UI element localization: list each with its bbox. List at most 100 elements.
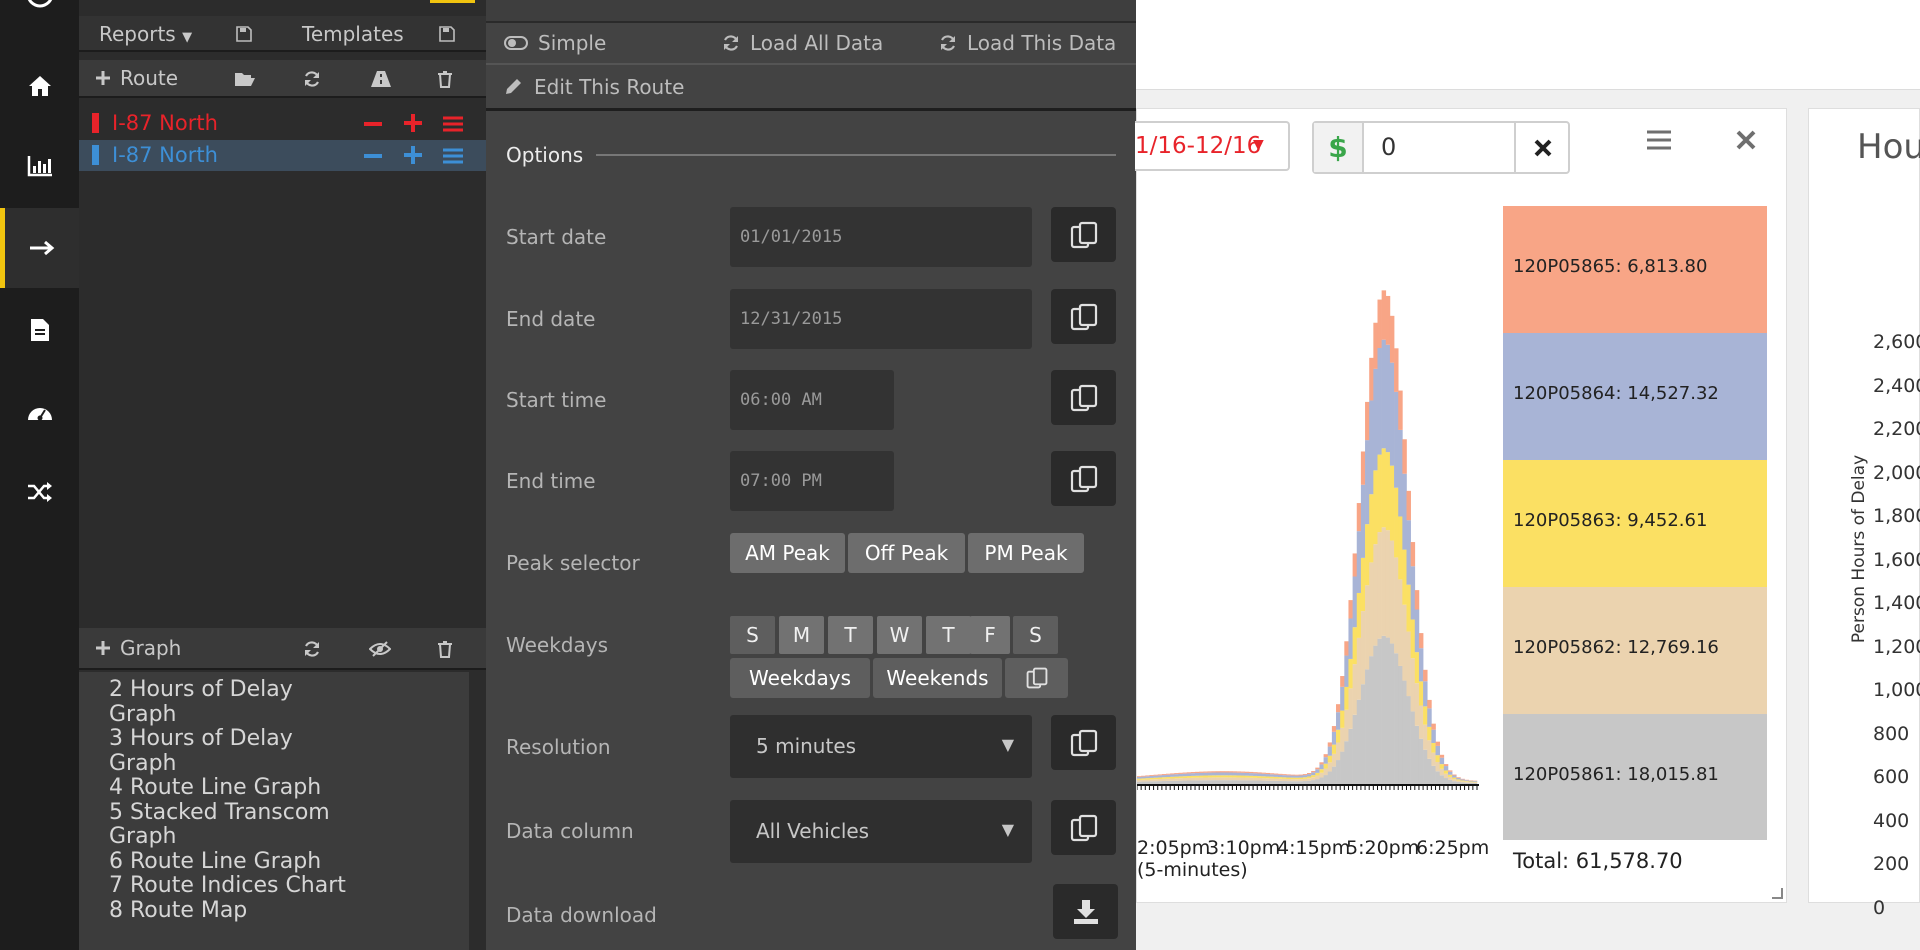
save-template-icon[interactable] xyxy=(434,22,460,46)
load-this-data-button[interactable]: Load This Data xyxy=(967,31,1116,55)
bar-segment xyxy=(1431,729,1436,743)
refresh-icon[interactable] xyxy=(300,68,324,90)
copy-end-time-button[interactable] xyxy=(1051,451,1116,506)
load-all-data-button[interactable]: Load All Data xyxy=(750,31,883,55)
weekdays-button[interactable]: Weekdays xyxy=(730,658,870,698)
resize-handle-icon[interactable] xyxy=(1771,887,1783,899)
copy-start-date-button[interactable] xyxy=(1051,207,1116,262)
chart-menu-icon[interactable] xyxy=(1647,130,1671,150)
bar-segment xyxy=(1161,777,1167,779)
remove-icon[interactable] xyxy=(361,148,385,164)
bar-segment xyxy=(1394,653,1399,784)
bar-segment xyxy=(1190,773,1196,776)
reports-dropdown[interactable]: Reports ▼ xyxy=(99,22,192,46)
bar-segment xyxy=(1373,544,1378,646)
bar-segment xyxy=(1248,777,1254,781)
graph-item[interactable]: 7 Route Indices Chart xyxy=(109,873,349,899)
bar-segment xyxy=(1365,401,1370,441)
eye-slash-icon[interactable] xyxy=(367,638,393,660)
end-time-input[interactable]: 07:00 PM xyxy=(730,451,894,511)
bar-segment xyxy=(1460,780,1465,782)
bar-segment xyxy=(1174,774,1179,777)
copy-end-date-button[interactable] xyxy=(1051,289,1116,344)
end-date-input[interactable]: 12/31/2015 xyxy=(730,289,1032,349)
trash-icon[interactable] xyxy=(433,68,457,90)
am-peak-button[interactable]: AM Peak xyxy=(730,533,845,573)
graph-item[interactable]: 5 Stacked Transcom Graph xyxy=(109,800,349,850)
start-time-input[interactable]: 06:00 AM xyxy=(730,370,894,430)
route-item-1[interactable]: I-87 North xyxy=(79,108,486,139)
date-range-select[interactable]: 1/16-12/16 ▼ xyxy=(1135,121,1290,171)
copy-weekdays-button[interactable] xyxy=(1005,658,1068,698)
copy-start-time-button[interactable] xyxy=(1051,370,1116,425)
refresh-icon[interactable] xyxy=(722,34,740,52)
download-button[interactable] xyxy=(1053,884,1118,939)
bar-segment xyxy=(1215,772,1221,776)
x-tick-label: 3:10pm xyxy=(1207,837,1281,859)
day-sunday[interactable]: S xyxy=(730,616,775,654)
plus-icon[interactable] xyxy=(95,640,111,656)
clear-cost-button[interactable] xyxy=(1514,123,1570,172)
day-wednesday[interactable]: W xyxy=(877,616,922,654)
dashboard-icon[interactable] xyxy=(0,372,79,452)
route-item-2[interactable]: I-87 North xyxy=(79,140,486,171)
graph-item[interactable]: 2 Hours of Delay Graph xyxy=(109,677,349,727)
weekends-button[interactable]: Weekends xyxy=(873,658,1002,698)
road-icon[interactable] xyxy=(369,68,393,90)
cost-input[interactable]: 0 xyxy=(1381,133,1396,161)
document-icon[interactable] xyxy=(0,290,79,370)
copy-data-column-button[interactable] xyxy=(1051,800,1116,855)
chart-total: Total: 61,578.70 xyxy=(1513,849,1683,873)
shuffle-icon[interactable] xyxy=(0,452,79,532)
bar-segment xyxy=(1182,776,1188,779)
logo-icon[interactable] xyxy=(0,0,79,24)
folder-open-icon[interactable] xyxy=(232,68,258,90)
menu-icon[interactable] xyxy=(441,114,465,134)
pm-peak-button[interactable]: PM Peak xyxy=(968,533,1084,573)
bar-segment xyxy=(1344,655,1349,687)
graph-item[interactable]: 6 Route Line Graph xyxy=(109,849,349,875)
refresh-icon[interactable] xyxy=(300,638,324,660)
data-column-select[interactable]: All Vehicles ▼ xyxy=(730,800,1032,863)
bar-segment xyxy=(1402,604,1407,681)
bar-segment xyxy=(1315,775,1320,780)
close-chart-icon[interactable] xyxy=(1736,130,1756,150)
graph-item[interactable]: 8 Route Map xyxy=(109,898,349,924)
day-monday[interactable]: M xyxy=(779,616,824,654)
bar-segment xyxy=(1141,776,1146,779)
add-icon[interactable] xyxy=(401,145,425,165)
day-saturday[interactable]: S xyxy=(1013,616,1058,654)
bar-segment xyxy=(1385,637,1391,784)
day-tuesday[interactable]: T xyxy=(828,616,873,654)
bar-segment xyxy=(1273,774,1279,777)
home-icon[interactable] xyxy=(0,46,79,126)
templates-label[interactable]: Templates xyxy=(302,22,404,46)
add-icon[interactable] xyxy=(401,113,425,133)
day-thursday[interactable]: T xyxy=(926,616,971,654)
plus-icon[interactable] xyxy=(95,70,111,86)
edit-route-row[interactable]: Edit This Route xyxy=(486,67,1136,111)
add-graph-label[interactable]: Graph xyxy=(120,636,181,660)
refresh-icon[interactable] xyxy=(939,34,957,52)
copy-resolution-button[interactable] xyxy=(1051,715,1116,770)
save-report-icon[interactable] xyxy=(231,22,257,46)
bar-segment xyxy=(1443,773,1449,779)
menu-icon[interactable] xyxy=(441,146,465,166)
add-route-label[interactable]: Route xyxy=(120,66,178,90)
bar-segment xyxy=(1356,699,1362,784)
bar-chart-icon[interactable] xyxy=(0,126,79,206)
graph-item[interactable]: 4 Route Line Graph xyxy=(109,775,349,801)
route-arrow-icon[interactable] xyxy=(0,208,79,288)
day-friday[interactable]: F xyxy=(970,616,1010,654)
off-peak-button[interactable]: Off Peak xyxy=(848,533,965,573)
trash-icon[interactable] xyxy=(433,638,457,660)
toggle-icon[interactable] xyxy=(504,35,528,51)
bar-segment xyxy=(1389,643,1395,784)
remove-icon[interactable] xyxy=(361,116,385,132)
bar-segment xyxy=(1452,774,1457,776)
simple-label[interactable]: Simple xyxy=(538,31,606,55)
bar-segment xyxy=(1360,611,1366,685)
start-date-input[interactable]: 01/01/2015 xyxy=(730,207,1032,267)
resolution-select[interactable]: 5 minutes ▼ xyxy=(730,715,1032,778)
graph-item[interactable]: 3 Hours of Delay Graph xyxy=(109,726,349,776)
